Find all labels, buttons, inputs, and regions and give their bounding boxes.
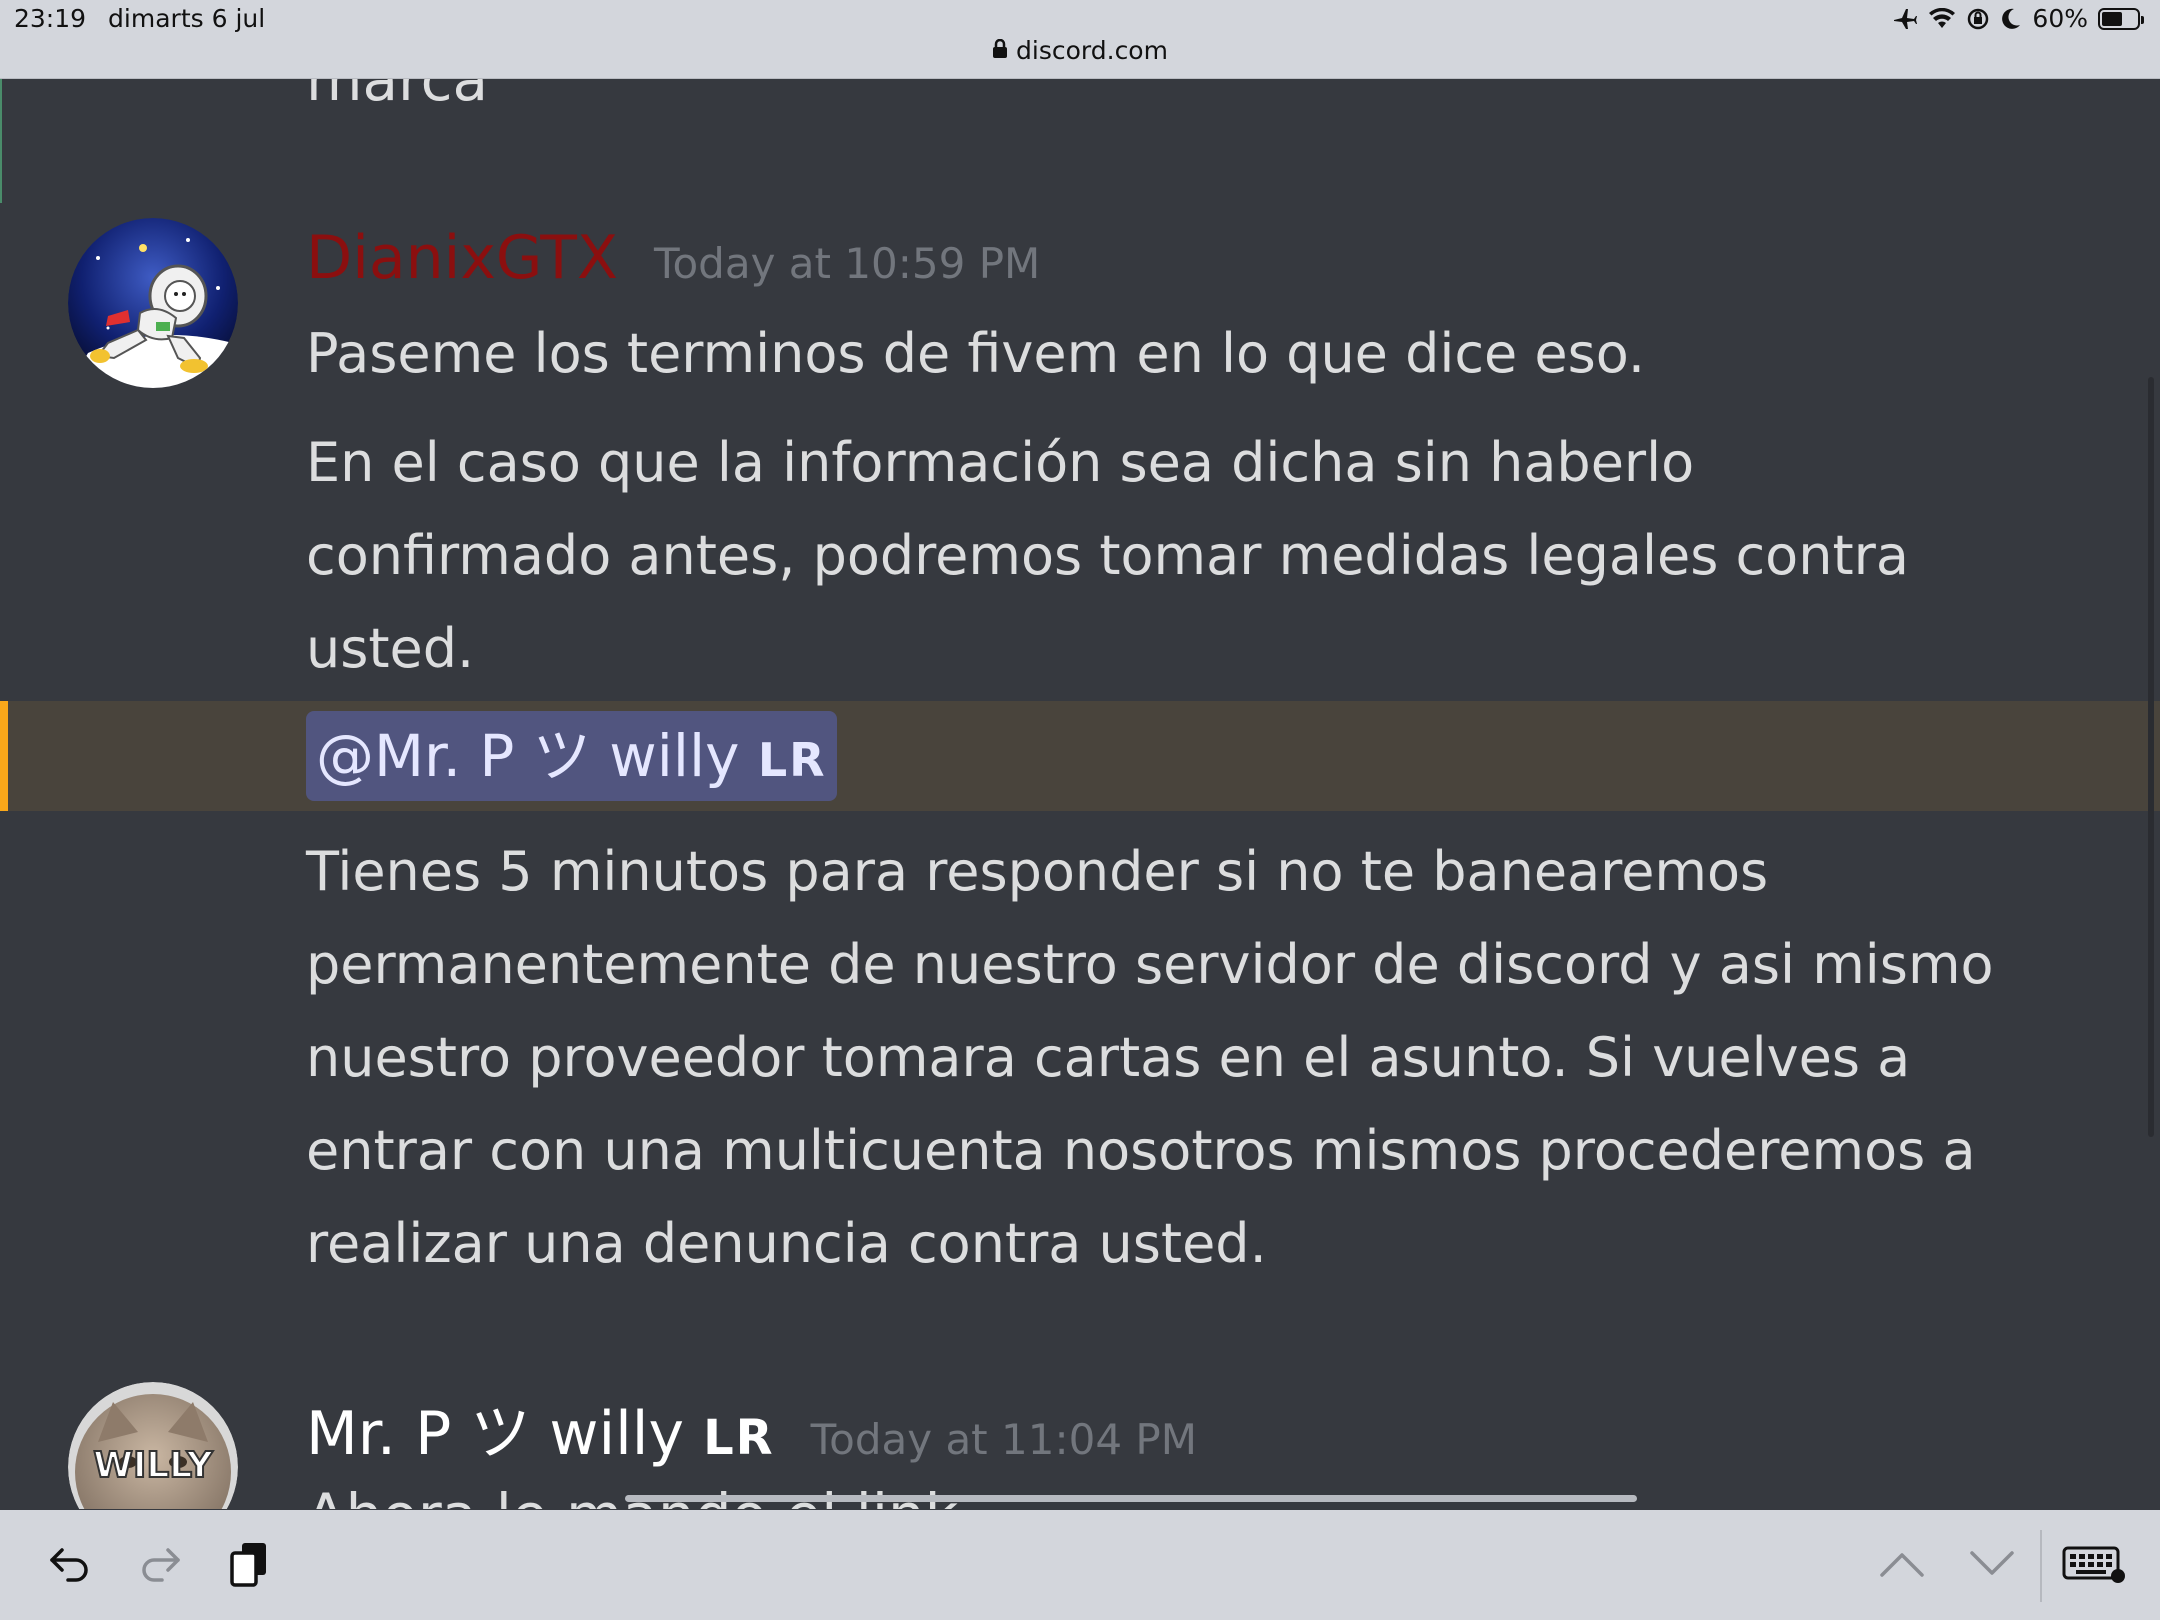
message-text: En el caso que la información sea dicha …: [306, 431, 1909, 680]
lock-icon: [992, 36, 1008, 65]
timestamp[interactable]: Today at 10:59 PM: [654, 239, 1040, 288]
message-header: DianixGTX Today at 10:59 PM: [306, 223, 1040, 293]
toolbar-divider: [2040, 1530, 2042, 1602]
astronaut-avatar-image: [68, 218, 238, 388]
keyboard-shortcut-toolbar: [0, 1510, 2160, 1620]
username-text: Mr. P ツ willy: [306, 1399, 684, 1469]
battery-percent: 60%: [2032, 4, 2088, 33]
moon-icon: [2000, 7, 2022, 31]
undo-icon: [50, 1548, 88, 1582]
message-text: Paseme los terminos de fivem en lo que d…: [306, 322, 1646, 385]
mention-tag: LR: [757, 733, 827, 787]
username[interactable]: DianixGTX: [306, 223, 618, 293]
wifi-icon: [1928, 7, 1956, 30]
avatar[interactable]: WILLY: [68, 1382, 238, 1509]
battery-cap: [2141, 15, 2144, 24]
user-mention[interactable]: @Mr. P ツ willy LR: [306, 711, 837, 801]
mention-indicator-bar: [0, 701, 8, 811]
status-icons: 60%: [1892, 4, 2144, 33]
chevron-up-icon: [1880, 1553, 1924, 1577]
url-text: discord.com: [1016, 36, 1168, 65]
redo-icon: [142, 1548, 180, 1582]
undo-button[interactable]: [40, 1534, 100, 1594]
chat-messages[interactable]: marca DianixGTX Today at 10:59 PM Paseme…: [0, 79, 2160, 1509]
timestamp[interactable]: Today at 11:04 PM: [811, 1415, 1197, 1464]
status-time: 23:19 dimarts 6 jul: [14, 4, 265, 33]
paste-button[interactable]: [220, 1534, 280, 1594]
battery-icon: [2098, 7, 2144, 30]
message-header: Mr. P ツ willy LR Today at 11:04 PM: [306, 1385, 1197, 1472]
redo-button[interactable]: [130, 1534, 190, 1594]
chevron-down-icon: [1970, 1551, 2014, 1575]
paste-icon: [230, 1543, 266, 1587]
avatar-text: WILLY: [93, 1445, 213, 1486]
url-bar[interactable]: discord.com: [0, 36, 2160, 65]
avatar[interactable]: [68, 218, 238, 388]
orientation-lock-icon: [1966, 7, 1990, 31]
battery-level: [2102, 11, 2123, 26]
next-field-button[interactable]: [1962, 1534, 2022, 1594]
mention-highlight-row: @Mr. P ツ willy LR: [0, 701, 2160, 811]
previous-message-text: marca: [306, 79, 489, 114]
keyboard-button[interactable]: [2062, 1534, 2126, 1594]
unread-accent: [0, 79, 2, 203]
clock: 23:19: [14, 4, 87, 33]
status-bar: 23:19 dimarts 6 jul 60% discord.com: [0, 0, 2160, 79]
previous-field-button[interactable]: [1872, 1534, 1932, 1594]
scrollbar[interactable]: [2148, 377, 2154, 1137]
home-indicator[interactable]: [625, 1495, 1637, 1502]
mention-text: @Mr. P ツ willy: [316, 722, 740, 790]
username[interactable]: Mr. P ツ willy LR: [306, 1385, 775, 1472]
message-text: Tienes 5 minutos para responder si no te…: [306, 840, 1994, 1275]
username-tag: LR: [703, 1410, 775, 1466]
keyboard-icon: [2062, 1546, 2125, 1583]
airplane-icon: [1892, 7, 1918, 31]
date: dimarts 6 jul: [108, 4, 266, 33]
cat-avatar-image: WILLY: [68, 1382, 238, 1509]
